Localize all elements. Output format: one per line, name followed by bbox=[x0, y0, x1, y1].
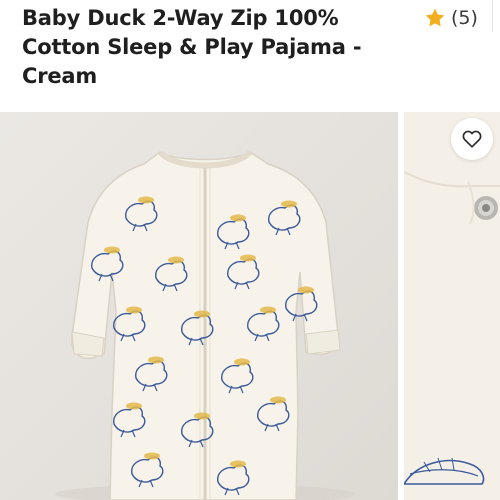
product-image-gallery[interactable] bbox=[0, 112, 500, 500]
product-image-main[interactable] bbox=[0, 112, 398, 500]
product-header: Baby Duck 2-Way Zip 100% Cotton Sleep & … bbox=[0, 0, 500, 108]
product-title: Baby Duck 2-Way Zip 100% Cotton Sleep & … bbox=[22, 6, 362, 88]
heart-outline-icon bbox=[462, 130, 482, 148]
snap-detail-illustration bbox=[404, 112, 500, 500]
product-rating[interactable]: (5) bbox=[424, 5, 478, 31]
star-icon bbox=[425, 8, 445, 27]
product-image-thumbnail-detail[interactable] bbox=[404, 112, 500, 500]
pajama-illustration bbox=[55, 149, 355, 500]
rating-count: (5) bbox=[451, 7, 478, 29]
header-divider bbox=[492, 0, 493, 32]
favorite-button[interactable] bbox=[451, 118, 493, 160]
